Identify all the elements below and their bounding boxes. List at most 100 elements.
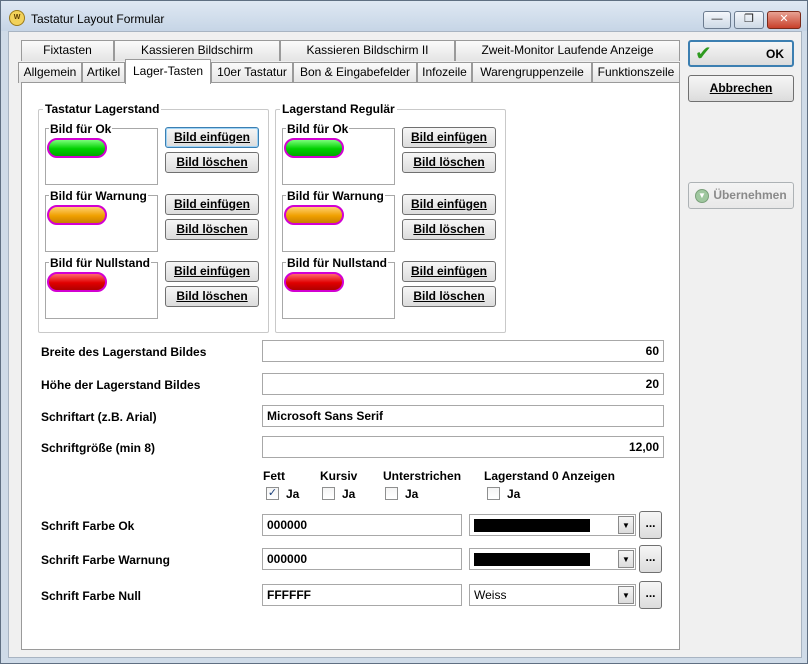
tab-panel-lager-tasten: Tastatur Lagerstand Bild für Ok Bild ein… bbox=[21, 82, 680, 650]
lagerstand-0-checkbox[interactable] bbox=[487, 487, 500, 500]
insert-image-button[interactable]: Bild einfügen bbox=[402, 127, 496, 148]
fett-label: Fett bbox=[263, 469, 285, 483]
insert-image-button[interactable]: Bild einfügen bbox=[165, 127, 259, 148]
tab-allgemein[interactable]: Allgemein bbox=[18, 62, 82, 83]
check-icon: ✔ bbox=[695, 43, 712, 65]
apply-button[interactable]: ▼ Übernehmen bbox=[688, 182, 794, 209]
tab-bon-eingabefelder[interactable]: Bon & Eingabefelder bbox=[293, 62, 417, 83]
chevron-down-icon[interactable]: ▼ bbox=[618, 516, 634, 534]
cancel-button[interactable]: Abbrechen bbox=[688, 75, 794, 102]
tab-lager-tasten[interactable]: Lager-Tasten bbox=[125, 59, 211, 84]
hoehe-input[interactable]: 20 bbox=[262, 373, 664, 395]
farbe-null-input[interactable]: FFFFFF bbox=[262, 584, 462, 606]
unterstrichen-checkbox[interactable] bbox=[385, 487, 398, 500]
image-box-label: Bild für Warnung bbox=[286, 189, 385, 203]
ok-button-label: OK bbox=[766, 47, 784, 61]
tab-kassieren-bildschirm-ii[interactable]: Kassieren Bildschirm II bbox=[280, 40, 455, 61]
schriftgroesse-label: Schriftgröße (min 8) bbox=[41, 441, 156, 455]
tab-funktionszeile[interactable]: Funktionszeile bbox=[592, 62, 680, 83]
image-box-nullstand: Bild für Nullstand bbox=[45, 256, 158, 319]
apply-button-label: Übernehmen bbox=[713, 188, 787, 202]
insert-image-button[interactable]: Bild einfügen bbox=[165, 261, 259, 282]
farbe-warnung-input[interactable]: 000000 bbox=[262, 548, 462, 570]
insert-image-button[interactable]: Bild einfügen bbox=[402, 194, 496, 215]
breite-input[interactable]: 60 bbox=[262, 340, 664, 362]
farbe-warnung-pick-button[interactable]: ... bbox=[639, 545, 662, 573]
insert-image-button[interactable]: Bild einfügen bbox=[165, 194, 259, 215]
group-title: Tastatur Lagerstand bbox=[43, 102, 162, 116]
tab-zweit-monitor[interactable]: Zweit-Monitor Laufende Anzeige bbox=[455, 40, 680, 61]
group-lagerstand-regulaer: Lagerstand Regulär Bild für Ok Bild einf… bbox=[275, 102, 506, 333]
schriftgroesse-input[interactable]: 12,00 bbox=[262, 436, 664, 458]
chevron-down-icon[interactable]: ▼ bbox=[618, 550, 634, 568]
tab-warengruppenzeile[interactable]: Warengruppenzeile bbox=[472, 62, 592, 83]
ok-button[interactable]: ✔ OK bbox=[688, 40, 794, 67]
unterstrichen-check-label: Ja bbox=[405, 487, 419, 501]
tab-10er-tastatur[interactable]: 10er Tastatur bbox=[211, 62, 293, 83]
apply-icon: ▼ bbox=[695, 189, 709, 203]
app-logo-icon: W bbox=[9, 10, 25, 26]
insert-image-button[interactable]: Bild einfügen bbox=[402, 261, 496, 282]
image-box-warnung: Bild für Warnung bbox=[45, 189, 158, 252]
image-box-label: Bild für Nullstand bbox=[49, 256, 151, 270]
image-box-warnung: Bild für Warnung bbox=[282, 189, 395, 252]
image-box-ok: Bild für Ok bbox=[45, 122, 158, 185]
client-area: Fixtasten Kassieren Bildschirm Kassieren… bbox=[8, 31, 802, 658]
kursiv-checkbox[interactable] bbox=[322, 487, 335, 500]
farbe-ok-input[interactable]: 000000 bbox=[262, 514, 462, 536]
window-title: Tastatur Layout Formular bbox=[31, 12, 165, 26]
breite-label: Breite des Lagerstand Bildes bbox=[41, 345, 207, 359]
lagerstand-0-check-label: Ja bbox=[507, 487, 521, 501]
main-window: W Tastatur Layout Formular — ❐ ✕ Fixtast… bbox=[0, 0, 808, 664]
farbe-warnung-select[interactable]: ▼ bbox=[469, 548, 636, 570]
delete-image-button[interactable]: Bild löschen bbox=[402, 286, 496, 307]
image-nullstand-preview bbox=[47, 272, 107, 292]
group-tastatur-lagerstand: Tastatur Lagerstand Bild für Ok Bild ein… bbox=[38, 102, 269, 333]
tab-infozeile[interactable]: Infozeile bbox=[417, 62, 472, 83]
group-title: Lagerstand Regulär bbox=[280, 102, 397, 116]
fett-checkbox[interactable]: ✓ bbox=[266, 487, 279, 500]
lagerstand-0-label: Lagerstand 0 Anzeigen bbox=[484, 469, 615, 483]
tab-fixtasten[interactable]: Fixtasten bbox=[21, 40, 114, 61]
farbe-ok-label: Schrift Farbe Ok bbox=[41, 519, 135, 533]
kursiv-label: Kursiv bbox=[320, 469, 358, 483]
minimize-button[interactable]: — bbox=[703, 11, 731, 29]
image-warnung-preview bbox=[284, 205, 344, 225]
title-bar: W Tastatur Layout Formular — ❐ ✕ bbox=[1, 1, 807, 31]
fett-check-label: Ja bbox=[286, 487, 300, 501]
maximize-button[interactable]: ❐ bbox=[734, 11, 764, 29]
farbe-warnung-label: Schrift Farbe Warnung bbox=[41, 553, 170, 567]
unterstrichen-label: Unterstrichen bbox=[383, 469, 462, 483]
tab-artikel[interactable]: Artikel bbox=[82, 62, 125, 83]
close-button[interactable]: ✕ bbox=[767, 11, 801, 29]
hoehe-label: Höhe der Lagerstand Bildes bbox=[41, 378, 201, 392]
combo-selected-text: Weiss bbox=[474, 588, 507, 602]
image-ok-preview bbox=[47, 138, 107, 158]
delete-image-button[interactable]: Bild löschen bbox=[402, 219, 496, 240]
image-box-ok: Bild für Ok bbox=[282, 122, 395, 185]
schriftart-label: Schriftart (z.B. Arial) bbox=[41, 410, 157, 424]
image-box-label: Bild für Ok bbox=[49, 122, 113, 136]
image-warnung-preview bbox=[47, 205, 107, 225]
kursiv-check-label: Ja bbox=[342, 487, 356, 501]
image-nullstand-preview bbox=[284, 272, 344, 292]
delete-image-button[interactable]: Bild löschen bbox=[165, 286, 259, 307]
farbe-null-select[interactable]: Weiss ▼ bbox=[469, 584, 636, 606]
farbe-ok-pick-button[interactable]: ... bbox=[639, 511, 662, 539]
schriftart-input[interactable]: Microsoft Sans Serif bbox=[262, 405, 664, 427]
image-box-label: Bild für Nullstand bbox=[286, 256, 388, 270]
image-ok-preview bbox=[284, 138, 344, 158]
image-box-label: Bild für Ok bbox=[286, 122, 350, 136]
delete-image-button[interactable]: Bild löschen bbox=[402, 152, 496, 173]
tab-kassieren-bildschirm[interactable]: Kassieren Bildschirm bbox=[114, 40, 280, 61]
delete-image-button[interactable]: Bild löschen bbox=[165, 219, 259, 240]
chevron-down-icon[interactable]: ▼ bbox=[618, 586, 634, 604]
farbe-ok-select[interactable]: ▼ bbox=[469, 514, 636, 536]
delete-image-button[interactable]: Bild löschen bbox=[165, 152, 259, 173]
image-box-label: Bild für Warnung bbox=[49, 189, 148, 203]
color-swatch bbox=[474, 519, 590, 532]
image-box-nullstand: Bild für Nullstand bbox=[282, 256, 395, 319]
farbe-null-label: Schrift Farbe Null bbox=[41, 589, 142, 603]
farbe-null-pick-button[interactable]: ... bbox=[639, 581, 662, 609]
color-swatch bbox=[474, 553, 590, 566]
